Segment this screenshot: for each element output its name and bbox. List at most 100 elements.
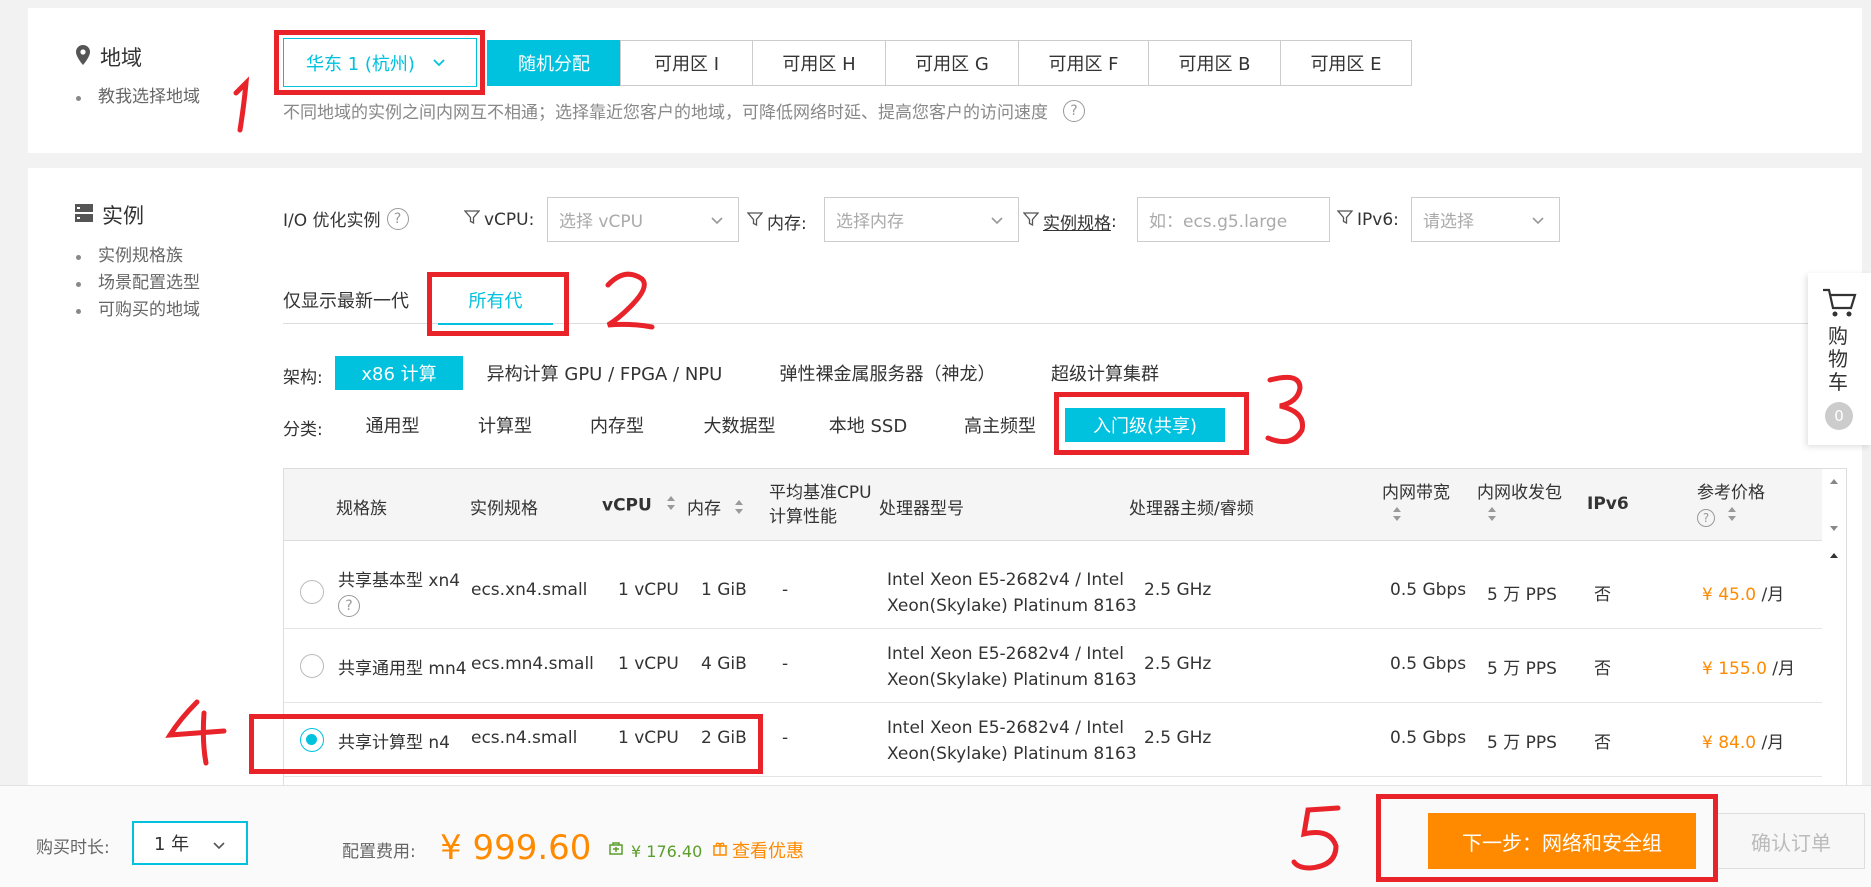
ipv6-filter-text: IPv6: (1357, 209, 1399, 230)
category-memory[interactable]: 内存型 (577, 408, 657, 442)
table-row[interactable]: 共享基本型 xn4 ? ecs.xn4.small 1 vCPU 1 GiB -… (284, 555, 1824, 629)
cart-icon (1821, 287, 1857, 324)
header-pps[interactable]: 内网收发包 (1477, 481, 1562, 530)
header-vcpu[interactable]: vCPU (602, 494, 676, 517)
header-baseline: 平均基准CPU 计算性能 (769, 481, 872, 529)
category-high-frequency[interactable]: 高主频型 (950, 408, 1050, 442)
piggy-bank-icon (607, 841, 625, 861)
fee-value: ¥ 999.60 (440, 828, 592, 868)
arch-supercomputing[interactable]: 超级计算集群 (1040, 356, 1170, 390)
row-radio[interactable] (300, 654, 324, 678)
chevron-down-icon (1531, 212, 1545, 232)
spec-filter-label: 实例规格: (1022, 209, 1117, 234)
annotation-box-instance (249, 714, 763, 774)
row-processor-line2: Xeon(Skylake) Platinum 8163 (887, 670, 1137, 690)
category-local-ssd[interactable]: 本地 SSD (818, 408, 918, 442)
filter-icon (1336, 209, 1354, 230)
annotation-number-2 (600, 265, 670, 355)
header-vcpu-text: vCPU (602, 495, 652, 516)
filter-icon (746, 211, 764, 232)
filter-icon (463, 209, 481, 230)
chevron-down-icon (212, 836, 226, 857)
ipv6-select[interactable]: 请选择 (1411, 197, 1560, 242)
spec-input[interactable]: 如：ecs.g5.large (1137, 197, 1330, 242)
spec-filter-text[interactable]: 实例规格 (1043, 209, 1111, 234)
zone-h[interactable]: 可用区 H (752, 40, 886, 86)
row-price-unit: /月 (1761, 585, 1785, 605)
duration-select[interactable]: 1 年 (132, 821, 248, 865)
zone-f[interactable]: 可用区 F (1018, 40, 1149, 86)
row-processor-line1: Intel Xeon E5-2682v4 / Intel (887, 570, 1124, 590)
vcpu-filter-text: vCPU: (484, 209, 535, 230)
tab-latest-generation[interactable]: 仅显示最新一代 (283, 287, 409, 313)
shopping-cart[interactable]: 购物车 0 (1808, 273, 1871, 445)
instance-help-link-scenario[interactable]: 场景配置选型 (70, 270, 200, 297)
row-baseline: - (782, 654, 789, 674)
vcpu-select-placeholder: 选择 vCPU (559, 212, 644, 232)
header-processor: 处理器型号 (879, 499, 964, 519)
memory-select[interactable]: 选择内存 (824, 197, 1019, 242)
annotation-number-4 (162, 697, 232, 787)
row-freq: 2.5 GHz (1144, 654, 1212, 674)
arch-heterogeneous[interactable]: 异构计算 GPU / FPGA / NPU (482, 356, 727, 390)
promo-link[interactable]: 查看优惠 (712, 837, 804, 863)
spec-input-placeholder: 如：ecs.g5.large (1149, 212, 1288, 232)
row-processor-line1: Intel Xeon E5-2682v4 / Intel (887, 644, 1124, 664)
sort-icon[interactable] (734, 498, 744, 521)
header-price-text: 参考价格 (1697, 483, 1765, 503)
help-icon[interactable]: ? (1697, 508, 1715, 527)
filter-icon (1022, 211, 1040, 232)
category-big-data[interactable]: 大数据型 (692, 408, 787, 442)
arch-bare-metal[interactable]: 弹性裸金属服务器（神龙） (765, 356, 1010, 390)
sort-icon[interactable] (666, 494, 676, 517)
row-price-unit: /月 (1761, 733, 1785, 753)
sort-icon[interactable] (1477, 505, 1562, 530)
instance-help-link-regions[interactable]: 可购买的地域 (70, 297, 200, 324)
table-row[interactable]: 共享通用型 mn4 ecs.mn4.small 1 vCPU 4 GiB - I… (284, 629, 1824, 703)
row-processor-line1: Intel Xeon E5-2682v4 / Intel (887, 718, 1124, 738)
zone-b[interactable]: 可用区 B (1148, 40, 1281, 86)
row-pps: 5 万 PPS (1487, 585, 1557, 605)
help-icon[interactable]: ? (1063, 99, 1085, 122)
vcpu-filter-label: vCPU: (463, 209, 535, 230)
confirm-order-button[interactable]: 确认订单 (1717, 813, 1865, 869)
instance-help-link-family[interactable]: 实例规格族 (70, 243, 200, 270)
sort-icon[interactable] (1727, 505, 1737, 530)
row-price-value: ¥ 155.0 (1702, 659, 1767, 679)
row-processor-line2: Xeon(Skylake) Platinum 8163 (887, 596, 1137, 616)
help-icon[interactable]: ? (386, 207, 409, 230)
zone-g[interactable]: 可用区 G (885, 40, 1019, 86)
header-baseline-line2: 计算性能 (769, 507, 837, 527)
category-general[interactable]: 通用型 (350, 408, 435, 442)
arch-x86[interactable]: x86 计算 (335, 356, 463, 390)
duration-select-value: 1 年 (154, 834, 190, 855)
savings: ¥ 176.40 (607, 841, 702, 861)
header-bandwidth[interactable]: 内网带宽 (1382, 481, 1450, 530)
duration-label: 购买时长: (36, 838, 110, 858)
zone-i[interactable]: 可用区 I (620, 40, 753, 86)
region-help-links: 教我选择地域 (70, 84, 200, 111)
row-vcpu: 1 vCPU (618, 654, 679, 674)
row-ipv6: 否 (1594, 733, 1611, 753)
row-freq: 2.5 GHz (1144, 580, 1212, 600)
location-pin-icon (74, 44, 100, 71)
header-baseline-line1: 平均基准CPU (769, 483, 872, 503)
header-bandwidth-text: 内网带宽 (1382, 483, 1450, 503)
header-memory[interactable]: 内存 (687, 494, 744, 521)
sort-icon[interactable] (1382, 505, 1450, 530)
category-compute[interactable]: 计算型 (465, 408, 545, 442)
zone-e[interactable]: 可用区 E (1280, 40, 1412, 86)
row-processor: Intel Xeon E5-2682v4 / Intel Xeon(Skylak… (887, 641, 1137, 693)
region-help-link[interactable]: 教我选择地域 (70, 84, 200, 111)
gift-icon (712, 840, 728, 861)
row-radio[interactable] (300, 580, 324, 604)
row-spec: ecs.xn4.small (471, 580, 588, 600)
help-icon[interactable]: ? (338, 595, 360, 617)
row-price: ¥ 84.0 /月 (1702, 728, 1784, 753)
header-price[interactable]: 参考价格 ? (1697, 481, 1765, 530)
row-freq: 2.5 GHz (1144, 728, 1212, 748)
zone-random[interactable]: 随机分配 (487, 40, 621, 86)
table-scrollbar[interactable] (1822, 469, 1846, 785)
row-price-value: ¥ 84.0 (1702, 733, 1757, 753)
vcpu-select[interactable]: 选择 vCPU (547, 197, 739, 242)
